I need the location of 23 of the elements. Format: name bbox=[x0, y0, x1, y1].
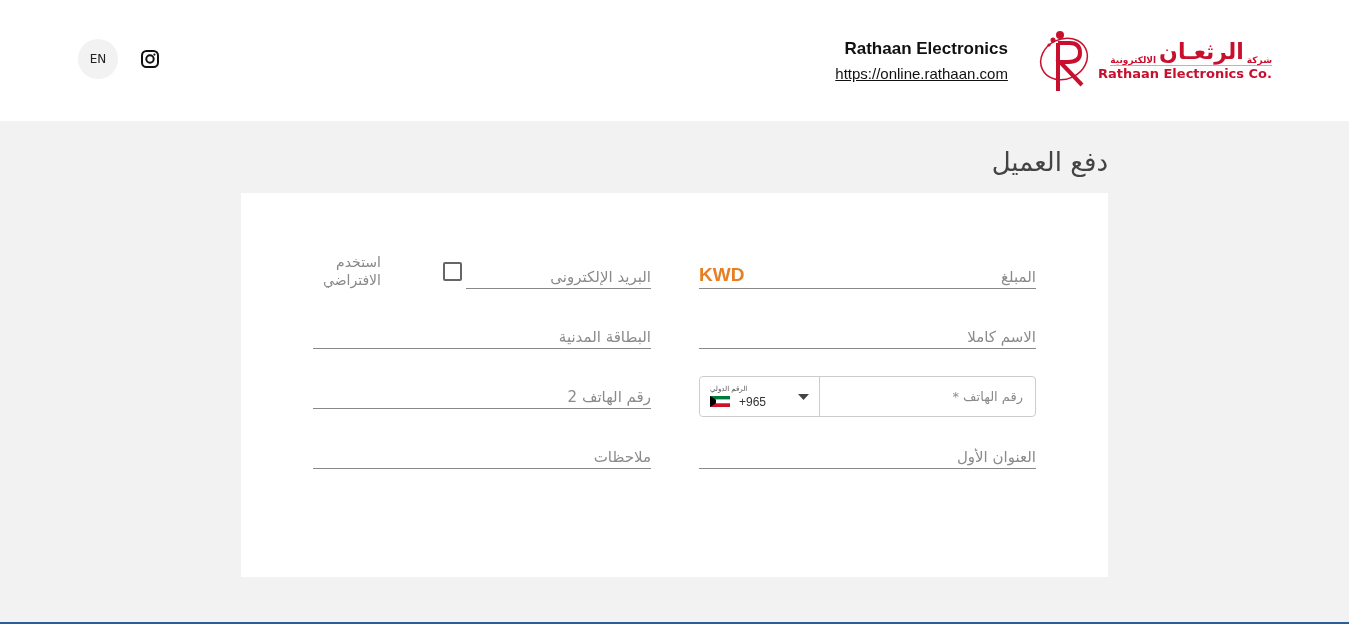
text-field[interactable]: رقم الهاتف 2 bbox=[313, 388, 651, 407]
logo-text: Rathaan Electronics Co. bbox=[1097, 65, 1272, 81]
company-name: Rathaan Electronics bbox=[844, 39, 1008, 59]
logo-text: الرثعـان bbox=[1159, 40, 1244, 65]
logo-text: الالكترونية bbox=[1110, 54, 1157, 65]
logo-text: شركة bbox=[1246, 54, 1272, 65]
dial-code: +965 bbox=[739, 394, 767, 409]
checkbox-label: استخدم الافتراضي bbox=[322, 253, 381, 290]
email-field[interactable]: البريد الإلكترونى bbox=[466, 268, 651, 287]
kuwait-flag-icon bbox=[710, 396, 730, 408]
text-field[interactable]: العنوان الأول bbox=[699, 448, 1036, 467]
currency-label: KWD bbox=[699, 264, 745, 287]
text-field[interactable]: الاسم كاملا bbox=[699, 328, 1036, 347]
phone-number-input[interactable]: رقم الهاتف * bbox=[820, 377, 1035, 417]
text-field[interactable]: ملاحظات bbox=[313, 448, 651, 467]
amount-input[interactable]: المبلغ bbox=[744, 268, 1036, 287]
website-link[interactable]: https://online.rathaan.com bbox=[835, 65, 1008, 82]
checkbox[interactable] bbox=[443, 261, 462, 281]
caret-icon bbox=[798, 393, 809, 400]
instagram-icon[interactable] bbox=[140, 49, 160, 69]
page-title: دفع العميل bbox=[990, 147, 1108, 177]
language-button[interactable]: EN bbox=[78, 39, 118, 79]
text-field[interactable]: البطاقة المدنية bbox=[313, 328, 651, 347]
